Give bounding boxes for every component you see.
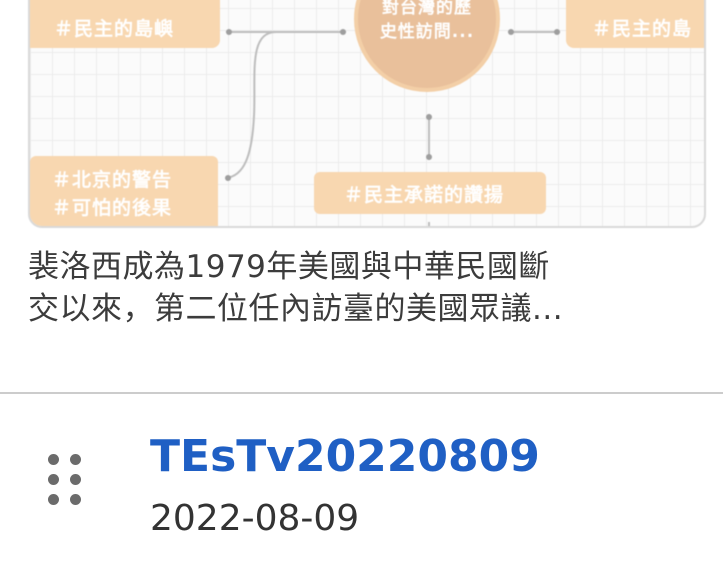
mindmap-node-bottom-left: ＃北京的警告 ＃可怕的後果	[30, 156, 218, 226]
connector-dot	[426, 154, 432, 160]
node-label: ＃民主的島嶼	[54, 18, 175, 40]
item-title-link[interactable]: TEsTv20220809	[150, 430, 540, 484]
thumbnail-caption: 裴洛西成為1979年美國與中華民國斷 交以來，第二位任內訪臺的美國眾議...	[28, 246, 708, 330]
node-label: ＃民主承諾的讚揚	[344, 184, 505, 206]
node-label-line2: ＃可怕的後果	[52, 197, 173, 219]
caption-line1: 裴洛西成為1979年美國與中華民國斷	[28, 249, 550, 285]
list-item[interactable]: TEsTv20220809 2022-08-09	[0, 394, 723, 573]
mindmap-node-top-left: ＃民主的島嶼	[30, 0, 220, 48]
drag-handle-icon[interactable]	[44, 450, 88, 510]
center-node-line2: 史性訪問...	[379, 22, 475, 42]
connector-dot	[226, 29, 232, 35]
connector-dot	[508, 29, 514, 35]
caption-line2: 交以來，第二位任內訪臺的美國眾議...	[28, 291, 564, 327]
connector-dot	[426, 114, 432, 120]
connector-dot	[225, 175, 231, 181]
connector-curve	[225, 31, 277, 179]
item-date: 2022-08-09	[150, 498, 360, 539]
mindmap-node-top-right: ＃民主的島	[566, 0, 704, 48]
page: ＃民主的島嶼 ＃民主的島 對台灣的歷 史性訪問... ＃北京的警告 ＃可怕的後果…	[0, 0, 723, 573]
node-label-line1: ＃北京的警告	[52, 169, 173, 191]
center-node-line1: 對台灣的歷	[382, 0, 472, 18]
node-label: ＃民主的島	[592, 18, 693, 40]
mindmap-node-bottom-middle: ＃民主承諾的讚揚	[314, 172, 546, 214]
connector-dot	[554, 29, 560, 35]
connector-dot	[340, 29, 346, 35]
mindmap-thumbnail[interactable]: ＃民主的島嶼 ＃民主的島 對台灣的歷 史性訪問... ＃北京的警告 ＃可怕的後果…	[28, 0, 706, 228]
